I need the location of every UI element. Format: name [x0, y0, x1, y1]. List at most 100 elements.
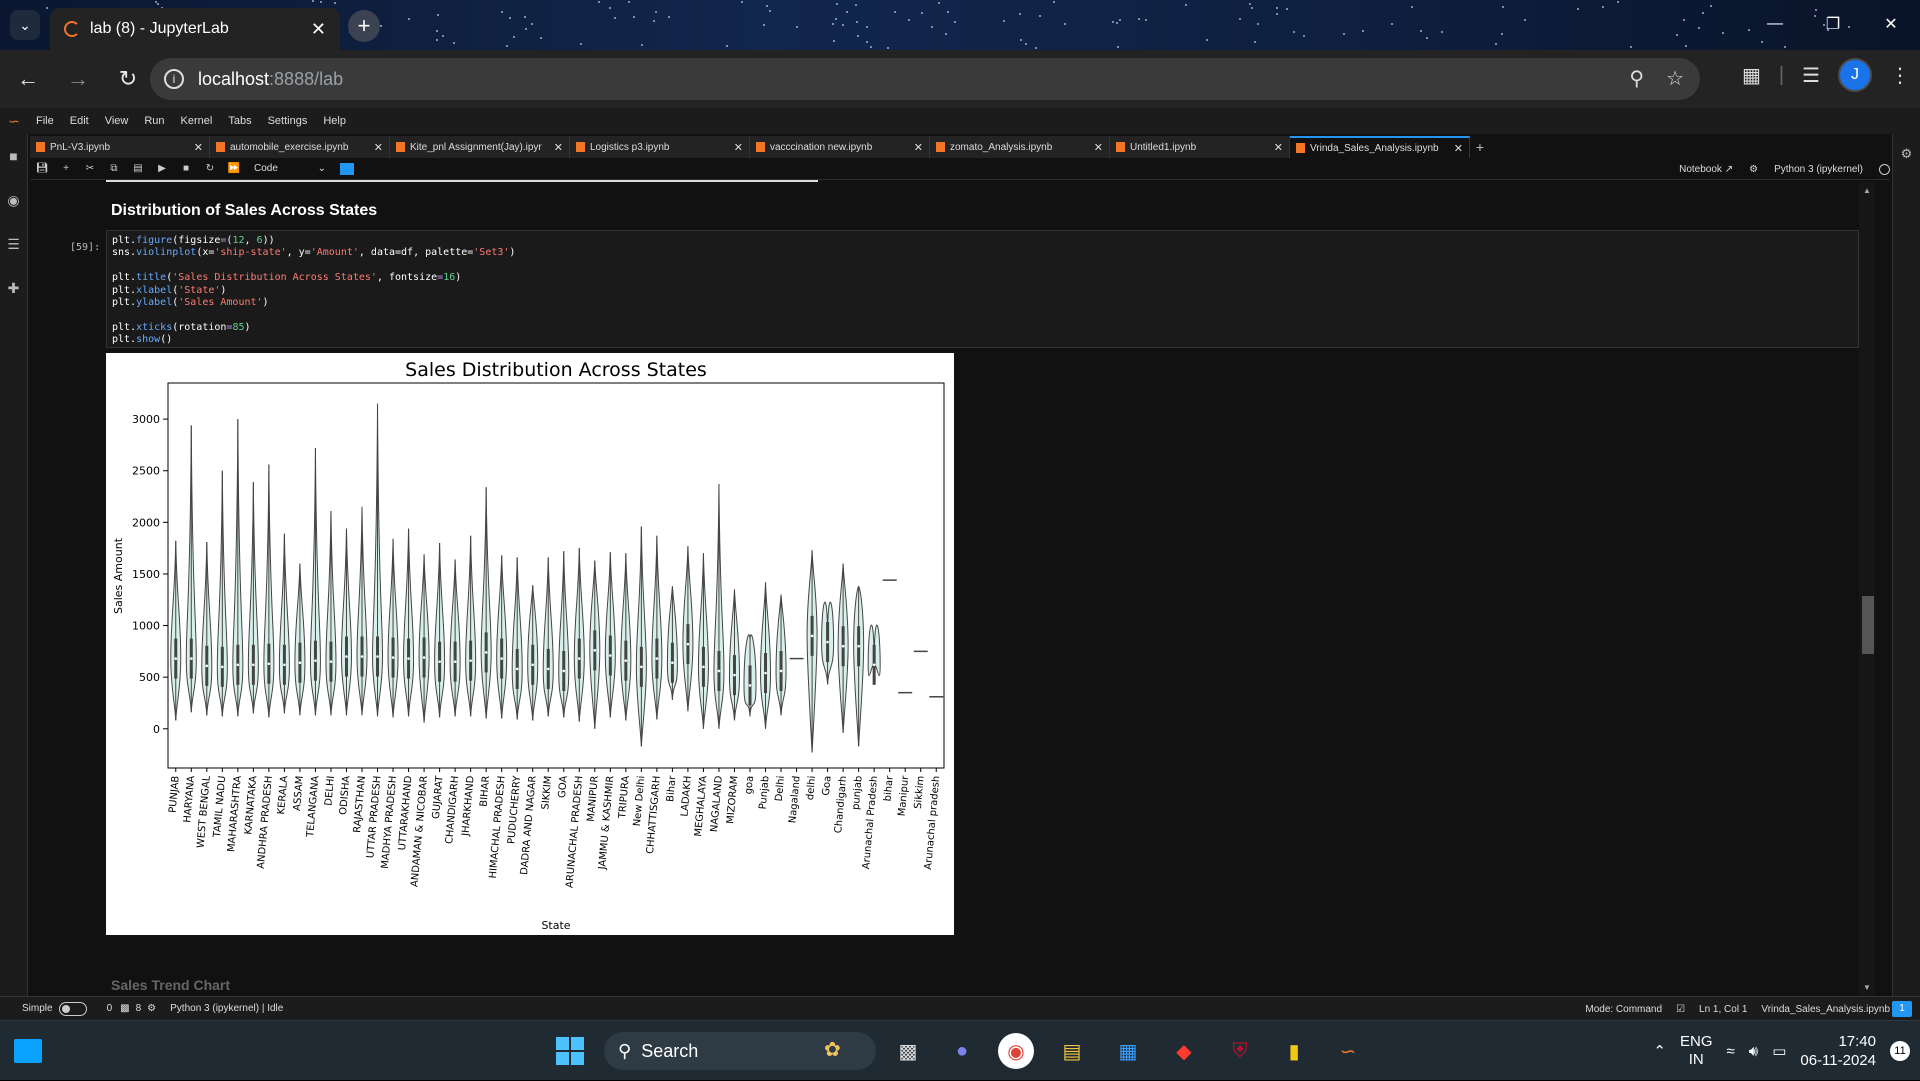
- doc-tab[interactable]: automobile_exercise.ipynb ✕: [210, 136, 390, 158]
- tray-chevron-up-icon[interactable]: ⌃: [1653, 1042, 1666, 1060]
- doc-tab-close-icon[interactable]: ✕: [734, 141, 743, 154]
- doc-tab[interactable]: zomato_Analysis.ipynb ✕: [930, 136, 1110, 158]
- menu-tabs[interactable]: Tabs: [220, 115, 259, 127]
- task-view-icon[interactable]: ▩: [890, 1033, 926, 1069]
- doc-tab-close-icon[interactable]: ✕: [194, 141, 203, 154]
- clock[interactable]: 17:40 06-11-2024: [1800, 1032, 1876, 1070]
- scroll-down-arrow-icon[interactable]: ▼: [1863, 983, 1871, 992]
- chrome-app-icon[interactable]: ◉: [998, 1033, 1034, 1069]
- doc-tab-active[interactable]: Vrinda_Sales_Analysis.ipynb ✕: [1290, 136, 1470, 158]
- reload-icon[interactable]: ↻: [106, 57, 150, 101]
- taskbar-search[interactable]: ⚲ Search ✿: [604, 1032, 876, 1070]
- windows-start-icon[interactable]: [556, 1037, 584, 1065]
- cell-type-select[interactable]: Code ⌄: [254, 163, 326, 174]
- new-launcher-plus-icon[interactable]: +: [1470, 136, 1490, 158]
- window-close-icon[interactable]: ✕: [1862, 0, 1920, 48]
- save-icon[interactable]: 💾︎: [30, 163, 54, 174]
- file-browser-folder-icon[interactable]: ■: [0, 134, 27, 178]
- extensions-icon[interactable]: ✚: [0, 266, 27, 310]
- doc-tab[interactable]: PnL-V3.ipynb ✕: [30, 136, 210, 158]
- tab-search-chevron-icon[interactable]: ⌄: [10, 10, 40, 40]
- battery-icon[interactable]: ▭: [1772, 1042, 1786, 1060]
- paste-icon[interactable]: ▤: [126, 163, 150, 174]
- mcafee-icon[interactable]: ⛨: [1222, 1033, 1258, 1069]
- restart-icon[interactable]: ↻: [198, 163, 222, 174]
- volume-icon[interactable]: 🔊︎: [1749, 1043, 1758, 1060]
- x-tick-label: WEST BENGAL: [195, 775, 212, 849]
- restart-run-all-icon[interactable]: ⏩: [222, 163, 246, 174]
- x-tick-label: MIZORAM: [725, 775, 740, 824]
- cut-icon[interactable]: ✂: [78, 163, 102, 174]
- file-explorer-icon[interactable]: ▤: [1054, 1033, 1090, 1069]
- command-palette-icon[interactable]: [340, 162, 354, 175]
- table-of-contents-icon[interactable]: ☰: [0, 222, 27, 266]
- menu-kernel[interactable]: Kernel: [173, 115, 221, 127]
- menu-file[interactable]: File: [28, 115, 62, 127]
- extensions-puzzle-icon[interactable]: ▦: [1742, 63, 1761, 88]
- bug-icon[interactable]: ⚙: [1749, 164, 1758, 175]
- kernel-name[interactable]: Python 3 (ipykernel): [1774, 164, 1863, 175]
- site-info-icon[interactable]: i: [164, 69, 184, 89]
- menu-edit[interactable]: Edit: [62, 115, 97, 127]
- stop-icon[interactable]: ■: [174, 163, 198, 174]
- doc-tab-close-icon[interactable]: ✕: [374, 141, 383, 154]
- run-icon[interactable]: ▶: [150, 163, 174, 174]
- cursor-position[interactable]: Ln 1, Col 1: [1699, 1004, 1747, 1015]
- notebook-panel[interactable]: Distribution of Sales Across States [59]…: [30, 182, 1875, 996]
- kernels-count[interactable]: 8: [136, 1003, 142, 1014]
- forward-arrow-icon[interactable]: →: [56, 57, 100, 101]
- notebook-view-link[interactable]: Notebook ↗: [1679, 164, 1733, 175]
- y-tick-label: 1000: [132, 620, 160, 633]
- doc-tab-close-icon[interactable]: ✕: [1274, 141, 1283, 154]
- doc-tab[interactable]: Logistics p3.ipynb ✕: [570, 136, 750, 158]
- running-kernels-icon[interactable]: ◉: [0, 178, 27, 222]
- menu-run[interactable]: Run: [136, 115, 172, 127]
- minimize-icon[interactable]: —: [1746, 0, 1804, 48]
- jupyter-app-icon[interactable]: ∽: [1330, 1033, 1366, 1069]
- media-queue-icon[interactable]: ☰: [1802, 63, 1820, 88]
- language-indicator[interactable]: ENG IN: [1680, 1033, 1713, 1069]
- scrollbar-thumb[interactable]: [1862, 596, 1874, 654]
- microsoft-store-icon[interactable]: ▦: [1110, 1033, 1146, 1069]
- restore-icon[interactable]: ❐: [1804, 0, 1862, 48]
- code-cell-editor[interactable]: plt.figure(figsize=(12, 6)) sns.violinplo…: [106, 230, 1859, 348]
- power-bi-icon[interactable]: ▮: [1276, 1033, 1312, 1069]
- window-controls: — ❐ ✕: [1746, 0, 1920, 48]
- menu-settings[interactable]: Settings: [260, 115, 316, 127]
- property-inspector-gear-icon[interactable]: ⚙: [1893, 134, 1920, 174]
- doc-tab[interactable]: Kite_pnl Assignment(Jay).ipyr ✕: [390, 136, 570, 158]
- profile-avatar[interactable]: J: [1838, 58, 1872, 92]
- doc-tab-close-icon[interactable]: ✕: [554, 141, 563, 154]
- wifi-icon[interactable]: ≈: [1727, 1043, 1735, 1060]
- menu-help[interactable]: Help: [315, 115, 354, 127]
- menu-view[interactable]: View: [97, 115, 137, 127]
- browser-tab-active[interactable]: lab (8) - JupyterLab ✕: [50, 8, 340, 50]
- trusted-shield-icon[interactable]: ☑: [1676, 1004, 1685, 1015]
- simple-mode-toggle[interactable]: [58, 1001, 87, 1016]
- address-bar[interactable]: i localhost:8888/lab ⚲ ☆: [150, 58, 1700, 100]
- doc-tab[interactable]: vacccination new.ipynb ✕: [750, 136, 930, 158]
- doc-tab-close-icon[interactable]: ✕: [1094, 141, 1103, 154]
- scroll-up-arrow-icon[interactable]: ▲: [1863, 186, 1871, 195]
- tab-close-icon[interactable]: ✕: [311, 19, 326, 40]
- bookmark-star-icon[interactable]: ☆: [1666, 66, 1684, 91]
- teams-chat-icon[interactable]: ●: [944, 1033, 980, 1069]
- insert-cell-plus-icon[interactable]: +: [54, 163, 78, 174]
- back-arrow-icon[interactable]: ←: [6, 57, 50, 101]
- violin-median-dot: [577, 657, 581, 660]
- notification-badge[interactable]: 11: [1890, 1041, 1910, 1061]
- doc-tab-close-icon[interactable]: ✕: [1454, 142, 1463, 155]
- kernel-status-text[interactable]: Python 3 (ipykernel) | Idle: [170, 1003, 283, 1014]
- notification-count[interactable]: 1: [1892, 1001, 1912, 1017]
- doc-tab-close-icon[interactable]: ✕: [914, 141, 923, 154]
- notebook-scrollbar[interactable]: ▲ ▼: [1859, 182, 1875, 996]
- widgets-icon[interactable]: [14, 1039, 42, 1063]
- new-tab-button[interactable]: +: [348, 10, 380, 42]
- chrome-menu-icon[interactable]: ⋮: [1890, 63, 1910, 88]
- doc-tab[interactable]: Untitled1.ipynb ✕: [1110, 136, 1290, 158]
- terminals-count[interactable]: 0: [107, 1003, 113, 1014]
- anydesk-icon[interactable]: ◆: [1166, 1033, 1202, 1069]
- copy-icon[interactable]: ⧉: [102, 163, 126, 174]
- zoom-icon[interactable]: ⚲: [1629, 66, 1644, 91]
